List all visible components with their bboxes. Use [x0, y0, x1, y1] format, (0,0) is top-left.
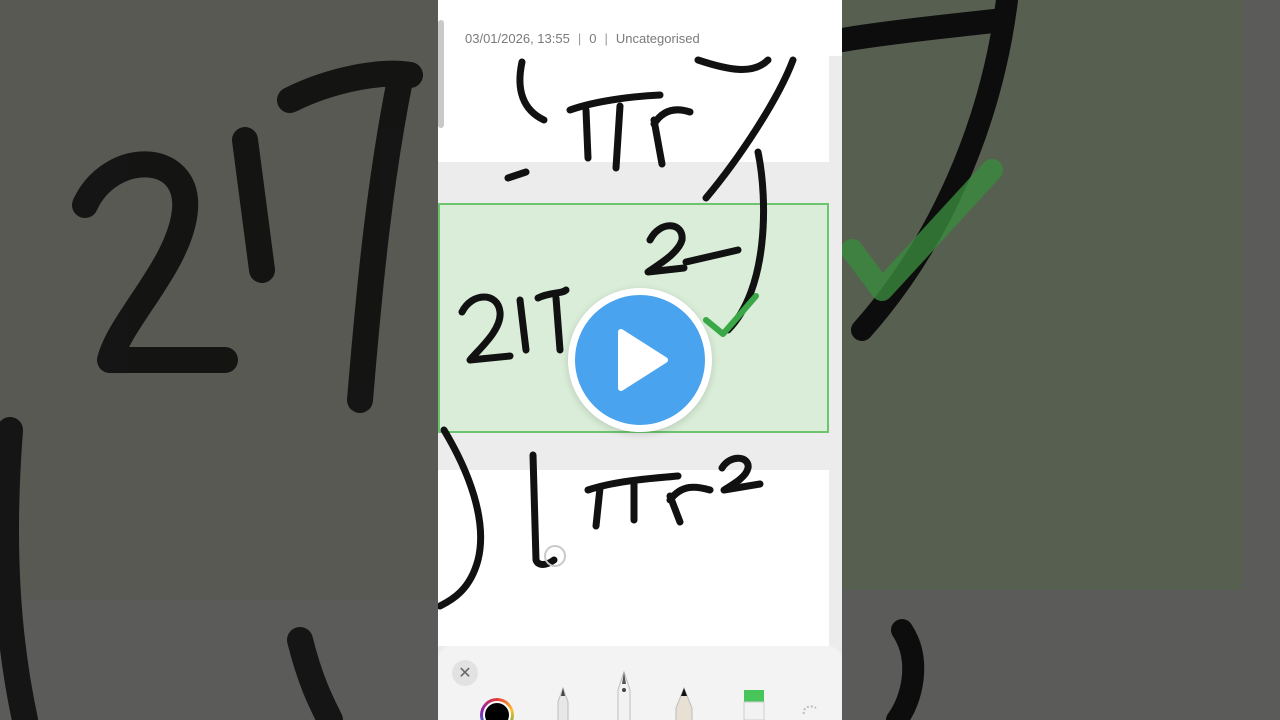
handwriting-stroke	[458, 293, 514, 364]
handwriting-stroke	[682, 246, 742, 266]
fine-pen-tool[interactable]	[552, 686, 574, 720]
handwriting-stroke	[592, 484, 604, 530]
lasso-icon	[802, 705, 817, 715]
handwriting-stroke	[644, 222, 688, 276]
handwriting-stroke	[702, 56, 797, 202]
handwriting-stroke	[582, 106, 592, 162]
handwriting-stroke	[438, 426, 485, 610]
fine-pen-icon	[557, 686, 569, 720]
pencil-icon	[675, 686, 693, 720]
handwriting-stroke	[718, 454, 764, 494]
drawing-toolbar: ✕	[438, 646, 842, 720]
play-icon	[618, 329, 668, 391]
pencil-tool[interactable]	[672, 686, 696, 720]
handwriting-stroke	[516, 58, 548, 124]
handwriting-stroke	[529, 451, 558, 568]
handwriting-stroke	[516, 296, 530, 354]
handwriting-stroke	[666, 483, 714, 526]
highlighter-icon	[743, 690, 765, 720]
selected-color-swatch	[483, 701, 511, 720]
handwriting-stroke	[694, 56, 772, 73]
handwriting-stroke	[650, 106, 694, 168]
checkmark-stroke	[703, 293, 759, 337]
handwriting-stroke	[552, 294, 564, 354]
close-toolbar-button[interactable]: ✕	[452, 660, 478, 686]
fountain-pen-icon	[617, 670, 631, 720]
fountain-pen-tool[interactable]	[612, 670, 636, 720]
lasso-tool[interactable]	[800, 702, 820, 720]
highlighter-tool[interactable]	[742, 690, 766, 720]
blurred-backdrop-left	[0, 0, 438, 720]
handwriting-stroke	[612, 102, 624, 172]
blurred-backdrop-right	[842, 0, 1280, 720]
handwriting-stroke	[534, 286, 570, 302]
play-button[interactable]	[568, 288, 712, 432]
handwriting-stroke	[504, 168, 530, 182]
color-picker-button[interactable]	[480, 698, 514, 720]
